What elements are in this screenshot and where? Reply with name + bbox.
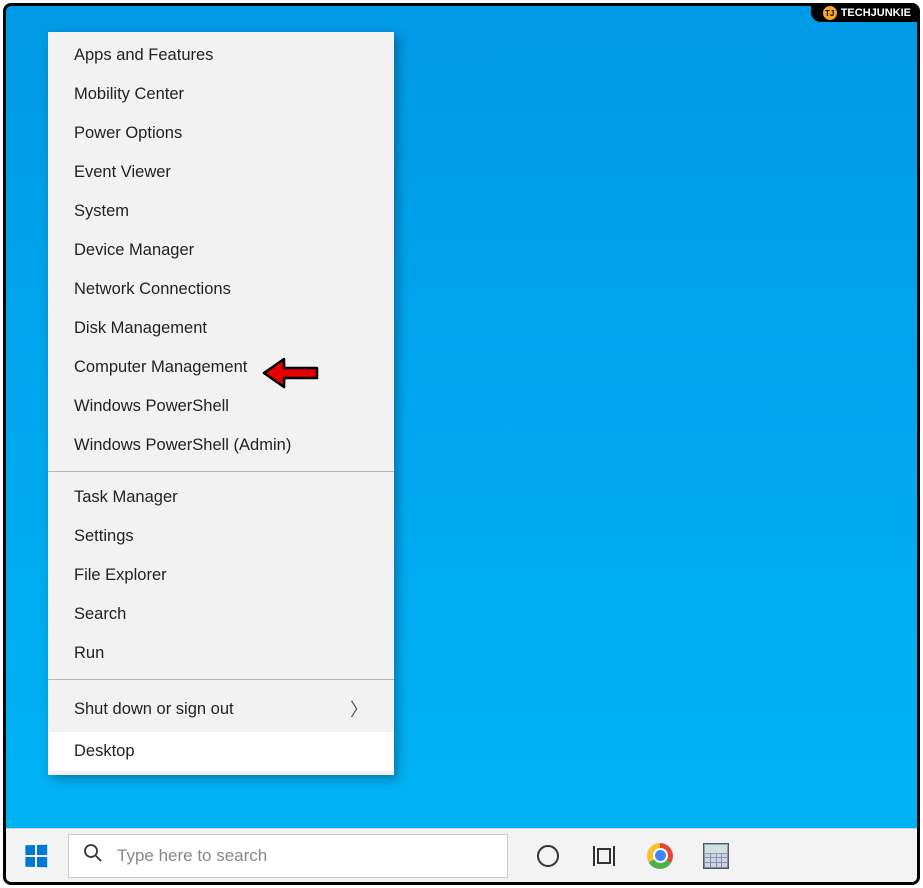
search-placeholder-text: Type here to search — [117, 846, 267, 866]
menu-task-manager[interactable]: Task Manager — [48, 478, 394, 517]
menu-windows-powershell-admin[interactable]: Windows PowerShell (Admin) — [48, 426, 394, 465]
menu-group: Shut down or sign out 〉 Desktop — [48, 682, 394, 775]
menu-item-label: Search — [74, 605, 126, 624]
menu-disk-management[interactable]: Disk Management — [48, 309, 394, 348]
winx-context-menu: Apps and Features Mobility Center Power Op… — [48, 32, 394, 775]
menu-computer-management[interactable]: Computer Management — [48, 348, 394, 387]
menu-system[interactable]: System — [48, 192, 394, 231]
cortana-circle-icon — [537, 845, 559, 867]
menu-item-label: Mobility Center — [74, 85, 184, 104]
menu-settings[interactable]: Settings — [48, 517, 394, 556]
menu-item-label: Event Viewer — [74, 163, 171, 182]
menu-divider — [48, 679, 394, 680]
watermark-badge: TJ TECHJUNKIE — [811, 5, 917, 22]
menu-power-options[interactable]: Power Options — [48, 114, 394, 153]
taskbar: Type here to search — [6, 828, 917, 882]
menu-item-label: System — [74, 202, 129, 221]
menu-event-viewer[interactable]: Event Viewer — [48, 153, 394, 192]
menu-apps-and-features[interactable]: Apps and Features — [48, 36, 394, 75]
menu-item-label: Apps and Features — [74, 46, 213, 65]
menu-item-label: Settings — [74, 527, 134, 546]
menu-divider — [48, 471, 394, 472]
watermark-logo-icon: TJ — [823, 6, 837, 20]
menu-mobility-center[interactable]: Mobility Center — [48, 75, 394, 114]
menu-item-label: Windows PowerShell (Admin) — [74, 436, 291, 455]
menu-item-label: Power Options — [74, 124, 182, 143]
menu-item-label: Device Manager — [74, 241, 194, 260]
menu-group: Apps and Features Mobility Center Power Op… — [48, 32, 394, 469]
menu-item-label: Disk Management — [74, 319, 207, 338]
start-button[interactable] — [6, 829, 66, 883]
watermark-text: TECHJUNKIE — [841, 7, 911, 19]
menu-device-manager[interactable]: Device Manager — [48, 231, 394, 270]
menu-network-connections[interactable]: Network Connections — [48, 270, 394, 309]
calculator-taskbar-button[interactable] — [688, 829, 744, 883]
menu-item-label: Run — [74, 644, 104, 663]
calculator-icon — [703, 843, 729, 869]
menu-desktop[interactable]: Desktop — [48, 732, 394, 771]
chrome-icon — [647, 843, 673, 869]
menu-search[interactable]: Search — [48, 595, 394, 634]
menu-shut-down-or-sign-out[interactable]: Shut down or sign out 〉 — [48, 686, 394, 732]
screenshot-frame: TJ TECHJUNKIE Apps and Features Mobility … — [3, 3, 920, 885]
menu-item-label: File Explorer — [74, 566, 167, 585]
chevron-right-icon: 〉 — [350, 696, 368, 722]
taskbar-icons — [520, 829, 744, 882]
windows-logo-icon — [25, 844, 47, 867]
menu-windows-powershell[interactable]: Windows PowerShell — [48, 387, 394, 426]
menu-group: Task Manager Settings File Explorer Search R… — [48, 474, 394, 677]
taskbar-search-box[interactable]: Type here to search — [68, 834, 508, 878]
menu-run[interactable]: Run — [48, 634, 394, 673]
menu-item-label: Network Connections — [74, 280, 231, 299]
menu-item-label: Computer Management — [74, 358, 247, 377]
menu-item-label: Task Manager — [74, 488, 178, 507]
menu-file-explorer[interactable]: File Explorer — [48, 556, 394, 595]
menu-item-label: Windows PowerShell — [74, 397, 229, 416]
menu-item-label: Desktop — [74, 742, 135, 761]
menu-item-label: Shut down or sign out — [74, 700, 234, 719]
task-view-icon — [593, 846, 615, 866]
cortana-button[interactable] — [520, 829, 576, 883]
chrome-taskbar-button[interactable] — [632, 829, 688, 883]
search-icon — [83, 843, 103, 868]
task-view-button[interactable] — [576, 829, 632, 883]
